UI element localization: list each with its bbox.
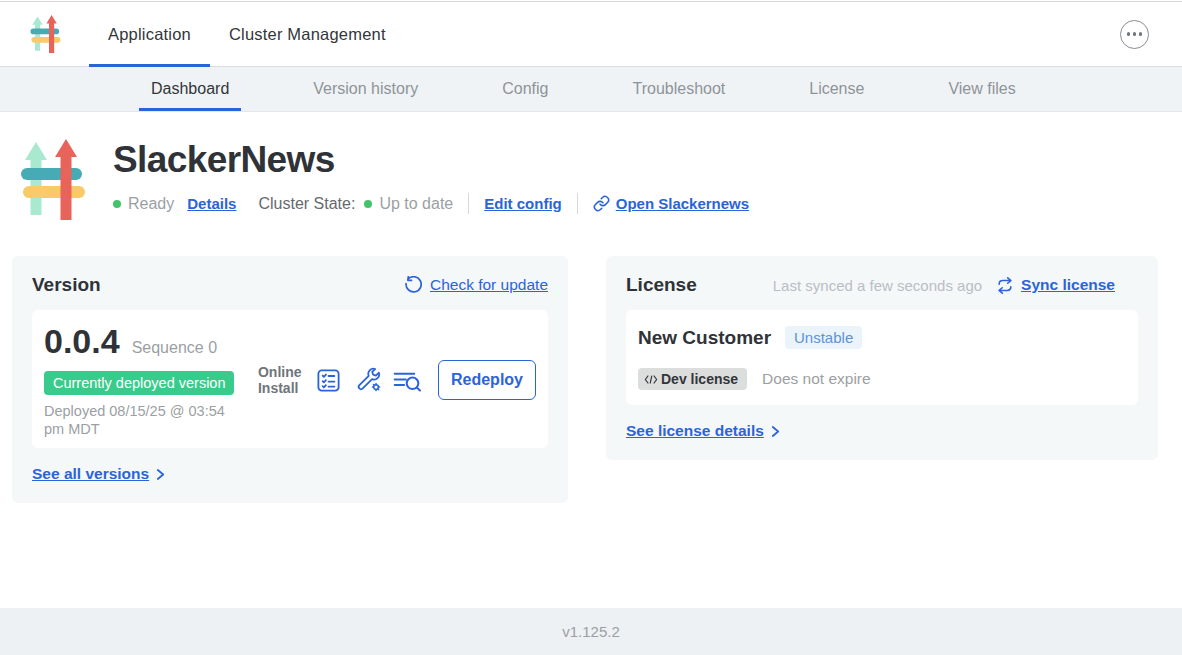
- app-icon: [21, 139, 85, 220]
- subtab-config-label: Config: [502, 80, 548, 98]
- chevron-right-icon: [771, 425, 780, 438]
- preflight-checks-icon[interactable]: [315, 367, 342, 394]
- version-card-title: Version: [32, 274, 101, 296]
- subtab-dashboard-label: Dashboard: [151, 80, 229, 98]
- subtab-version-history[interactable]: Version history: [301, 67, 430, 111]
- license-type-label: Dev license: [661, 371, 738, 387]
- app-title: SlackerNews: [113, 139, 749, 181]
- license-card-title: License: [626, 274, 697, 296]
- overflow-menu-button[interactable]: [1120, 20, 1149, 49]
- sequence-label: Sequence 0: [132, 339, 217, 357]
- deployed-badge: Currently deployed version: [44, 371, 234, 395]
- sub-nav: Dashboard Version history Config Trouble…: [0, 67, 1182, 112]
- subtab-license[interactable]: License: [797, 67, 876, 111]
- subtab-version-history-label: Version history: [313, 80, 418, 98]
- tab-application-label: Application: [108, 25, 191, 44]
- subtab-troubleshoot[interactable]: Troubleshoot: [620, 67, 737, 111]
- footer: v1.125.2: [0, 608, 1182, 655]
- cluster-state-dot: [364, 200, 372, 208]
- cluster-state-text: Up to date: [379, 195, 453, 213]
- edit-config-link[interactable]: Edit config: [484, 195, 562, 212]
- sync-icon: [996, 276, 1014, 295]
- tab-application[interactable]: Application: [89, 2, 210, 66]
- sync-license-link[interactable]: Sync license: [996, 276, 1115, 295]
- redeploy-button[interactable]: Redeploy: [438, 360, 536, 400]
- app-logo[interactable]: [30, 2, 61, 66]
- app-header: SlackerNews Ready Details Cluster State:…: [0, 112, 1182, 220]
- main-content: SlackerNews Ready Details Cluster State:…: [0, 112, 1182, 608]
- expiration-text: Does not expire: [762, 370, 871, 388]
- chain-link-icon: [593, 195, 610, 212]
- logs-icon[interactable]: [393, 368, 422, 393]
- install-type-label: Online Install: [258, 364, 306, 396]
- see-all-versions-link[interactable]: See all versions: [32, 465, 165, 483]
- ellipsis-icon: [1127, 32, 1131, 36]
- details-link[interactable]: Details: [187, 195, 236, 212]
- top-nav-tabs: Application Cluster Management: [89, 2, 405, 66]
- license-panel: New Customer Unstable Dev license Does n…: [626, 310, 1138, 405]
- top-nav: Application Cluster Management: [0, 2, 1182, 67]
- subtab-license-label: License: [809, 80, 864, 98]
- subtab-config[interactable]: Config: [490, 67, 560, 111]
- divider: [468, 193, 469, 214]
- refresh-icon: [403, 276, 422, 295]
- see-license-details-link[interactable]: See license details: [626, 422, 780, 440]
- check-for-update-link[interactable]: Check for update: [403, 276, 548, 295]
- deployed-timestamp: Deployed 08/15/25 @ 03:54 pm MDT: [44, 403, 230, 438]
- version-card: Version Check for update 0.0.4 Sequence …: [12, 256, 568, 503]
- tab-cluster-management[interactable]: Cluster Management: [210, 2, 405, 66]
- app-status-dot: [113, 200, 121, 208]
- config-wrench-icon[interactable]: [356, 367, 383, 394]
- last-synced-text: Last synced a few seconds ago: [773, 277, 982, 294]
- check-for-update-label: Check for update: [430, 276, 548, 294]
- app-status-row: Ready Details Cluster State: Up to date …: [113, 193, 749, 214]
- code-icon: [644, 374, 658, 385]
- sync-license-label: Sync license: [1021, 276, 1115, 294]
- tab-cluster-management-label: Cluster Management: [229, 25, 386, 44]
- subtab-dashboard[interactable]: Dashboard: [139, 67, 241, 111]
- divider: [577, 193, 578, 214]
- subtab-view-files[interactable]: View files: [936, 67, 1027, 111]
- cluster-state-label: Cluster State:: [258, 195, 355, 213]
- customer-name: New Customer: [638, 327, 771, 349]
- chevron-right-icon: [156, 468, 165, 481]
- current-version-panel: 0.0.4 Sequence 0 Currently deployed vers…: [32, 310, 548, 448]
- open-app-label: Open Slackernews: [616, 195, 749, 212]
- open-app-link[interactable]: Open Slackernews: [593, 195, 749, 212]
- channel-badge: Unstable: [785, 326, 862, 349]
- license-card: License Last synced a few seconds ago Sy…: [606, 256, 1158, 460]
- subtab-view-files-label: View files: [948, 80, 1015, 98]
- see-all-versions-label: See all versions: [32, 465, 149, 483]
- console-version: v1.125.2: [562, 623, 620, 640]
- app-status-text: Ready: [128, 195, 174, 213]
- subtab-troubleshoot-label: Troubleshoot: [632, 80, 725, 98]
- see-license-details-label: See license details: [626, 422, 764, 440]
- slackernews-logo-icon: [30, 15, 61, 53]
- license-type-badge: Dev license: [638, 368, 747, 390]
- version-number: 0.0.4: [44, 322, 120, 361]
